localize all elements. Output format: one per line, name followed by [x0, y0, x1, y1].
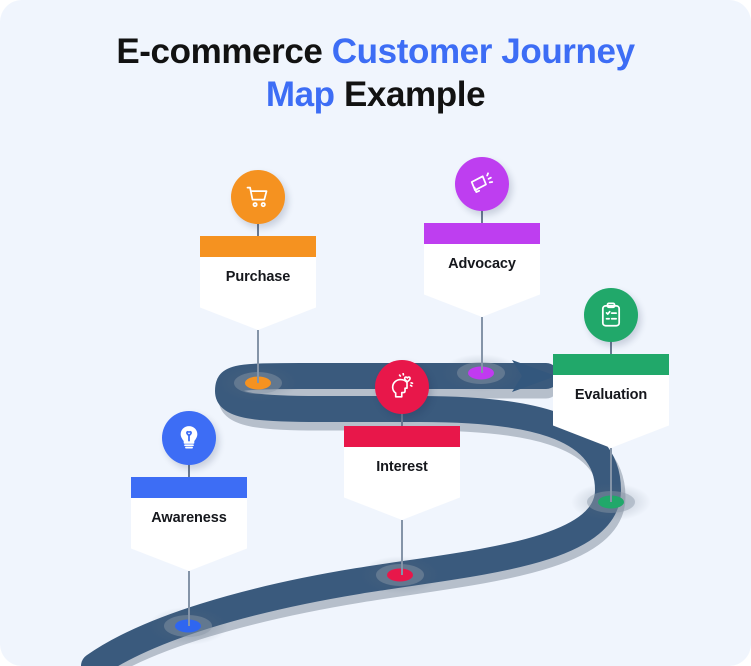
interest-label: Interest: [376, 459, 428, 475]
evaluation-card-bar: [553, 354, 669, 375]
stage-advocacy[interactable]: Advocacy: [424, 157, 540, 377]
head-heart-icon: [388, 373, 416, 401]
evaluation-drop-line: [610, 448, 612, 502]
title-line1: E-commerce Customer Journey: [116, 32, 635, 71]
interest-card-bar: [344, 426, 460, 447]
purchase-label: Purchase: [225, 269, 291, 285]
advocacy-card-bar: [424, 223, 540, 244]
shopping-cart-icon: [244, 183, 272, 211]
title-text-accent-1: Customer Journey: [331, 32, 635, 71]
awareness-card-bar: [131, 477, 247, 498]
title-text-plain-2: Example: [343, 75, 486, 114]
megaphone-icon: [468, 170, 496, 198]
advocacy-label: Advocacy: [448, 256, 516, 272]
purchase-card[interactable]: Purchase: [200, 236, 316, 330]
evaluation-label: Evaluation: [574, 387, 648, 403]
stage-awareness[interactable]: Awareness: [131, 411, 247, 627]
journey-map-canvas: E-commerce Customer Journey Map Example: [0, 0, 751, 666]
stage-interest[interactable]: Interest: [344, 360, 460, 576]
purchase-drop-line: [257, 330, 259, 383]
awareness-card[interactable]: Awareness: [131, 477, 247, 571]
advocacy-icon-circle[interactable]: [455, 157, 509, 211]
advocacy-card[interactable]: Advocacy: [424, 223, 540, 317]
page-title: E-commerce Customer Journey Map Example: [0, 30, 751, 116]
interest-drop-line: [401, 520, 403, 575]
purchase-icon-circle[interactable]: [231, 170, 285, 224]
evaluation-icon-circle[interactable]: [584, 288, 638, 342]
awareness-label: Awareness: [151, 510, 227, 526]
awareness-icon-circle[interactable]: [162, 411, 216, 465]
clipboard-checklist-icon: [597, 301, 625, 329]
interest-card[interactable]: Interest: [344, 426, 460, 520]
stage-purchase[interactable]: Purchase: [200, 170, 316, 385]
title-line2: Map Example: [265, 75, 486, 114]
evaluation-card[interactable]: Evaluation: [553, 354, 669, 448]
title-text-accent-2: Map: [265, 75, 344, 114]
awareness-drop-line: [188, 571, 190, 626]
interest-icon-circle[interactable]: [375, 360, 429, 414]
lightbulb-icon: [175, 424, 203, 452]
stage-evaluation[interactable]: Evaluation: [553, 288, 669, 503]
purchase-card-bar: [200, 236, 316, 257]
title-text-plain-1: E-commerce: [116, 32, 332, 71]
advocacy-drop-line: [481, 317, 483, 373]
